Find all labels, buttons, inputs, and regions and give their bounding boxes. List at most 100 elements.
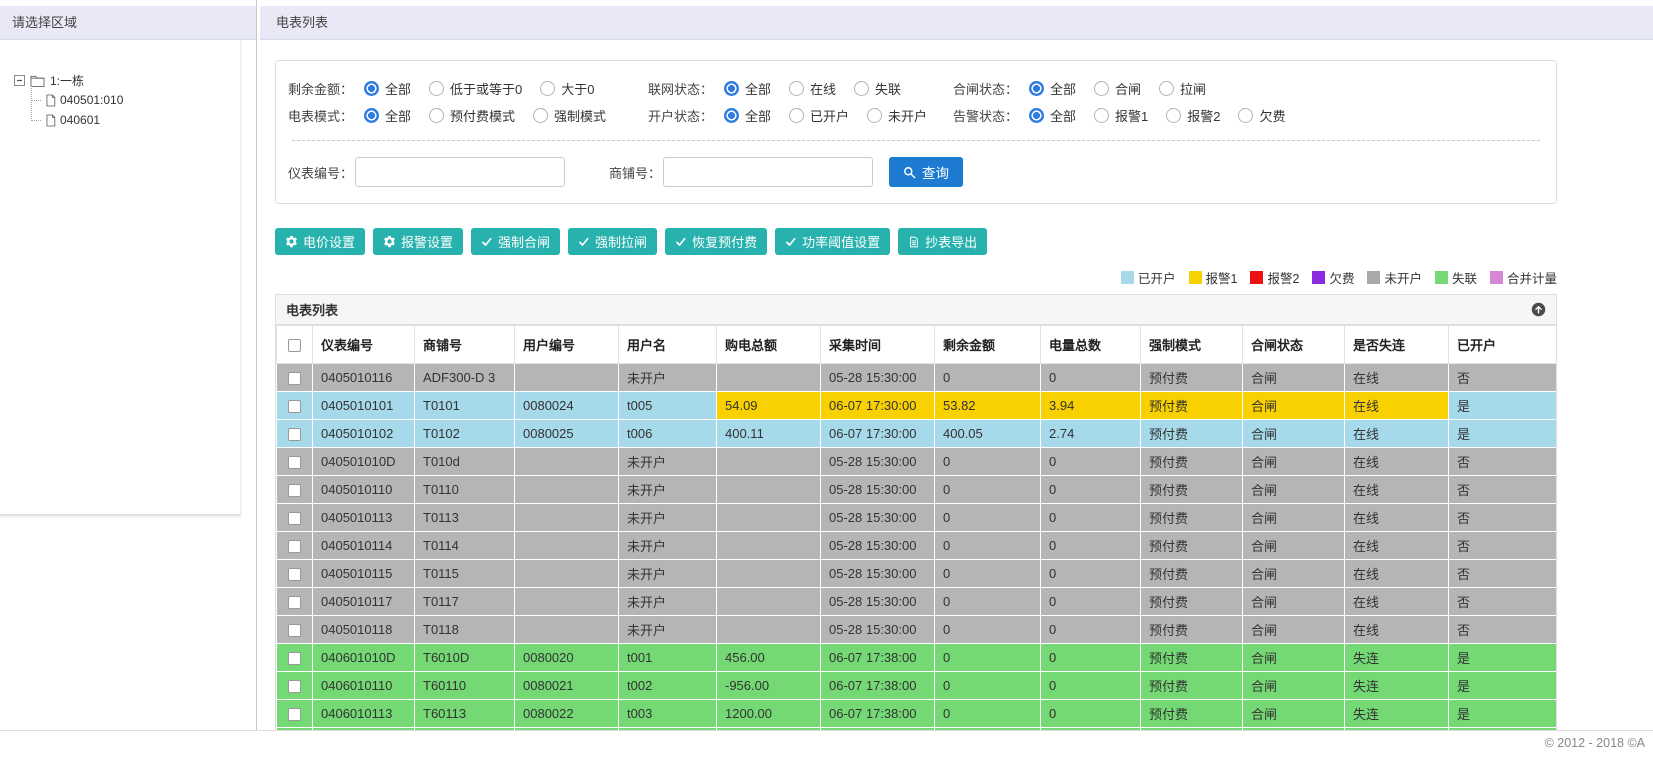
main-content: 剩余金额： 全部 低于或等于0 大于0 联网状态： 全部 在线 失联 合闸状态： 全部 合闸 拉闸 电表…: [257, 40, 1653, 730]
row-checkbox[interactable]: [288, 512, 301, 526]
tree-node-child[interactable]: 040501:010: [31, 90, 234, 110]
radio-label: 全部: [385, 109, 412, 124]
table-cell: 预付费: [1140, 475, 1243, 504]
table-cell: [514, 475, 619, 504]
table-cell: 是: [1448, 643, 1556, 672]
shop-no-input[interactable]: [663, 157, 874, 187]
table-cell: 06-07 17:38:00: [820, 671, 935, 700]
file-icon: [45, 94, 56, 107]
radio-icon: [1029, 108, 1044, 123]
row-checkbox[interactable]: [288, 484, 301, 498]
radio-option[interactable]: 在线: [789, 79, 836, 98]
table-cell: T010d: [414, 447, 515, 476]
action-button[interactable]: 强制合闸: [471, 228, 561, 255]
radio-label: 大于0: [561, 82, 595, 97]
column-header: 剩余金额: [934, 325, 1041, 364]
row-checkbox[interactable]: [288, 456, 301, 470]
tree-node-root[interactable]: 1:一栋: [14, 70, 234, 90]
table-cell: 0405010117: [312, 587, 415, 616]
radio-option[interactable]: 拉闸: [1159, 79, 1206, 98]
radio-option[interactable]: 已开户: [789, 106, 849, 125]
radio-option[interactable]: 强制模式: [533, 106, 606, 125]
row-checkbox[interactable]: [288, 652, 301, 666]
radio-label: 报警1: [1115, 109, 1149, 124]
table-cell: T60113: [414, 699, 515, 728]
action-button[interactable]: 抄表导出: [898, 228, 988, 255]
radio-option[interactable]: 大于0: [540, 79, 594, 98]
radio-icon: [540, 81, 556, 96]
table-cell: 预付费: [1140, 447, 1243, 476]
radio-option[interactable]: 低于或等于0: [429, 79, 522, 98]
table-cell: 未开户: [618, 503, 717, 532]
table-cell: 未开户: [618, 587, 717, 616]
radio-option[interactable]: 未开户: [867, 106, 927, 125]
action-button[interactable]: 功率阈值设置: [775, 228, 891, 255]
expander-minus-icon[interactable]: [14, 74, 25, 86]
row-checkbox[interactable]: [288, 372, 301, 386]
table-cell: 0406010113: [312, 699, 415, 728]
filter-row: 电表模式： 全部 预付费模式 强制模式 开户状态： 全部 已开户 未开户 告警状态： 全部 报警1 报…: [288, 106, 1544, 125]
row-checkbox[interactable]: [288, 540, 301, 554]
table-row: 0406010114T601140080021t002600.0006-07 1…: [276, 727, 1556, 730]
table-cell: 否: [1448, 587, 1556, 616]
radio-option[interactable]: 全部: [724, 79, 771, 98]
row-checkbox[interactable]: [288, 596, 301, 610]
row-checkbox[interactable]: [288, 624, 301, 638]
table-cell: 0406010110: [312, 671, 415, 700]
table-cell: 0: [1040, 559, 1141, 588]
row-checkbox[interactable]: [288, 680, 301, 694]
radio-option[interactable]: 报警1: [1094, 106, 1148, 125]
radio-option[interactable]: 预付费模式: [429, 106, 515, 125]
select-all-checkbox[interactable]: [288, 339, 301, 353]
radio-option[interactable]: 合闸: [1094, 79, 1141, 98]
action-button[interactable]: 报警设置: [373, 228, 464, 255]
radio-option[interactable]: 欠费: [1238, 106, 1286, 125]
tree-node-child[interactable]: 040601: [31, 110, 234, 130]
table-cell: 456.00: [716, 643, 821, 672]
action-button[interactable]: 电价设置: [275, 228, 366, 255]
radio-label: 低于或等于0: [450, 82, 523, 97]
table-cell: 是: [1448, 727, 1556, 730]
row-checkbox[interactable]: [288, 428, 301, 442]
check-icon: [785, 236, 797, 248]
query-button[interactable]: 查询: [889, 157, 964, 187]
radio-icon: [1094, 108, 1110, 123]
collapse-panel-button[interactable]: [1531, 302, 1546, 317]
table-cell: 是: [1448, 699, 1556, 728]
table-cell: T0110: [414, 475, 515, 504]
table-cell: 否: [1448, 363, 1556, 392]
action-button[interactable]: 恢复预付费: [665, 228, 768, 255]
table-cell: 预付费: [1140, 643, 1243, 672]
meter-no-input[interactable]: [355, 157, 566, 187]
radio-option[interactable]: 报警2: [1166, 106, 1220, 125]
table-cell: 预付费: [1140, 391, 1243, 420]
filter-group: 合闸状态： 全部 合闸 拉闸: [953, 79, 1544, 98]
radio-option[interactable]: 全部: [1029, 79, 1076, 98]
radio-option[interactable]: 全部: [364, 79, 411, 98]
area-tree: 1:一栋 040501:010 040601: [0, 40, 241, 515]
legend-item: 报警1: [1188, 268, 1237, 287]
table-cell: 53.82: [934, 391, 1041, 420]
table-cell: 54.09: [716, 391, 821, 420]
table-cell: 合闸: [1242, 727, 1345, 730]
table-cell: 0: [934, 587, 1041, 616]
table-cell: 0405010118: [312, 615, 415, 644]
table-header-row: 仪表编号 商铺号 用户编号 用户名 购电总额 采集时间 剩余金额 电量总数 强制模式 合闸状态 是否…: [276, 325, 1556, 364]
table-row: 0406010110 T60110 0080021 t002 -956.00 06-07 …: [276, 671, 1556, 700]
radio-option[interactable]: 全部: [724, 106, 771, 125]
table-cell: 合闸: [1242, 699, 1345, 728]
arrow-up-circle-icon: [1531, 302, 1546, 317]
radio-option[interactable]: 失联: [854, 79, 901, 98]
row-checkbox[interactable]: [288, 708, 301, 722]
radio-label: 合闸: [1115, 82, 1142, 97]
table-cell: 0: [934, 727, 1041, 730]
action-button-label: 抄表导出: [925, 235, 978, 250]
row-checkbox[interactable]: [288, 568, 301, 582]
table-cell: 否: [1448, 615, 1556, 644]
copyright-text: © 2012 - 2018 ©A: [1544, 736, 1645, 750]
table-cell: 在线: [1344, 363, 1449, 392]
radio-option[interactable]: 全部: [1029, 106, 1076, 125]
radio-option[interactable]: 全部: [364, 106, 411, 125]
action-button[interactable]: 强制拉闸: [568, 228, 658, 255]
row-checkbox[interactable]: [288, 400, 301, 414]
